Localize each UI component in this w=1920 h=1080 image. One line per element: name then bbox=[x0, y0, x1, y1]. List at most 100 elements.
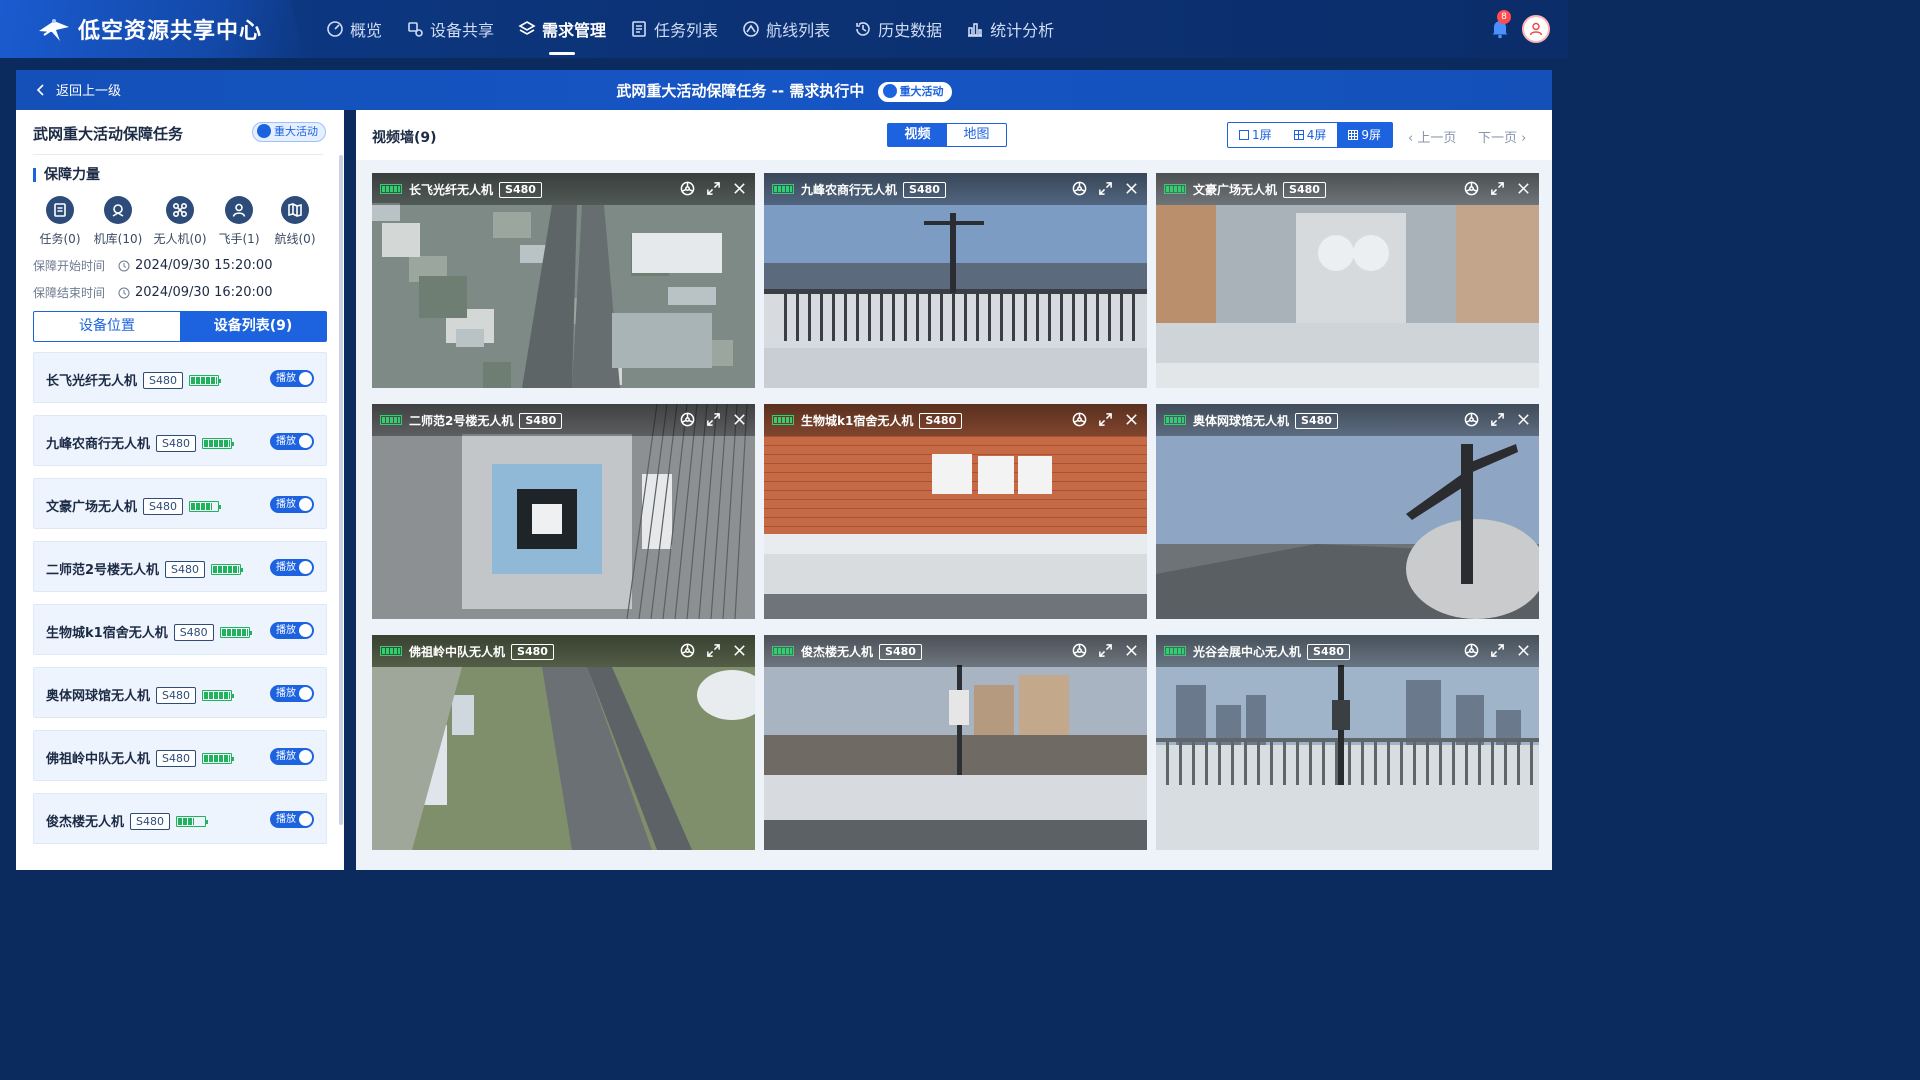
video-wall-header: 视频墙(9) 视频 地图 1屏 4屏 9屏 ‹ 上一页 下一页 › bbox=[356, 110, 1552, 160]
stat-label: 机库(10) bbox=[93, 232, 143, 246]
device-item[interactable]: 二师范2号楼无人机 S480 播放 bbox=[33, 541, 327, 592]
video-tile[interactable]: 文豪广场无人机 S480 bbox=[1156, 173, 1539, 388]
gimbal-control-icon[interactable] bbox=[1464, 412, 1479, 427]
device-item[interactable]: 俊杰楼无人机 S480 播放 bbox=[33, 793, 327, 844]
device-name: 俊杰楼无人机 bbox=[46, 815, 125, 830]
chart-icon bbox=[968, 23, 983, 37]
video-tile-toolbar: 二师范2号楼无人机 S480 bbox=[372, 404, 755, 436]
video-tile[interactable]: 二师范2号楼无人机 S480 bbox=[372, 404, 755, 619]
panel-task-tag: 重大活动 bbox=[252, 122, 326, 142]
nav-item-route-list[interactable]: 航线列表 bbox=[730, 0, 842, 58]
video-tile[interactable]: 生物城k1宿舍无人机 S480 bbox=[764, 404, 1147, 619]
tab-device-list[interactable]: 设备列表(9) bbox=[180, 312, 326, 341]
next-page-button[interactable]: 下一页 › bbox=[1478, 127, 1526, 146]
fullscreen-icon[interactable] bbox=[1098, 181, 1113, 196]
fullscreen-icon[interactable] bbox=[706, 643, 721, 658]
play-toggle[interactable]: 播放 bbox=[270, 685, 314, 702]
close-icon[interactable] bbox=[1124, 181, 1139, 196]
video-tile[interactable]: 光谷会展中心无人机 S480 bbox=[1156, 635, 1539, 850]
device-list: 长飞光纤无人机 S480 播放 九峰农商行无人机 S480 播放 文豪广场无人机 S4… bbox=[33, 352, 327, 856]
tile-model-badge: S480 bbox=[511, 643, 554, 660]
video-tile[interactable]: 奥体网球馆无人机 S480 bbox=[1156, 404, 1539, 619]
gimbal-control-icon[interactable] bbox=[680, 643, 695, 658]
device-item[interactable]: 奥体网球馆无人机 S480 播放 bbox=[33, 667, 327, 718]
battery-icon bbox=[202, 753, 234, 764]
video-tile[interactable]: 佛祖岭中队无人机 S480 bbox=[372, 635, 755, 850]
fullscreen-icon[interactable] bbox=[1098, 643, 1113, 658]
toggle-map[interactable]: 地图 bbox=[947, 124, 1006, 146]
gimbal-control-icon[interactable] bbox=[1072, 412, 1087, 427]
stat-routes[interactable]: 航线(0) bbox=[265, 196, 325, 247]
layout-4-screen[interactable]: 4屏 bbox=[1283, 123, 1338, 147]
stat-drones[interactable]: 无人机(0) bbox=[150, 196, 210, 247]
video-tile[interactable]: 长飞光纤无人机 S480 bbox=[372, 173, 755, 388]
fullscreen-icon[interactable] bbox=[706, 181, 721, 196]
play-toggle[interactable]: 播放 bbox=[270, 559, 314, 576]
device-item[interactable]: 文豪广场无人机 S480 播放 bbox=[33, 478, 327, 529]
gimbal-control-icon[interactable] bbox=[1072, 643, 1087, 658]
clock-icon bbox=[118, 287, 130, 298]
nav-item-task-list[interactable]: 任务列表 bbox=[618, 0, 730, 58]
play-toggle[interactable]: 播放 bbox=[270, 370, 314, 387]
nav-item-history-data[interactable]: 历史数据 bbox=[842, 0, 954, 58]
gimbal-control-icon[interactable] bbox=[1464, 181, 1479, 196]
device-item[interactable]: 长飞光纤无人机 S480 播放 bbox=[33, 352, 327, 403]
battery-icon bbox=[1164, 184, 1186, 194]
gimbal-control-icon[interactable] bbox=[1464, 643, 1479, 658]
stat-tasks[interactable]: 任务(0) bbox=[30, 196, 90, 247]
battery-icon bbox=[189, 375, 221, 386]
layout-9-screen[interactable]: 9屏 bbox=[1337, 123, 1393, 147]
video-frame bbox=[372, 404, 755, 619]
play-toggle[interactable]: 播放 bbox=[270, 433, 314, 450]
play-toggle[interactable]: 播放 bbox=[270, 748, 314, 765]
device-model-badge: S480 bbox=[156, 750, 196, 767]
scrollbar[interactable] bbox=[339, 155, 343, 825]
nav-item-device-share[interactable]: 设备共享 bbox=[394, 0, 506, 58]
layout-1-screen[interactable]: 1屏 bbox=[1228, 123, 1283, 147]
battery-icon bbox=[211, 564, 244, 575]
fullscreen-icon[interactable] bbox=[1098, 412, 1113, 427]
fullscreen-icon[interactable] bbox=[1490, 181, 1505, 196]
close-icon[interactable] bbox=[1516, 643, 1531, 658]
video-frame bbox=[764, 173, 1147, 388]
device-item[interactable]: 佛祖岭中队无人机 S480 播放 bbox=[33, 730, 327, 781]
video-tile[interactable]: 九峰农商行无人机 S480 bbox=[764, 173, 1147, 388]
play-toggle[interactable]: 播放 bbox=[270, 496, 314, 513]
close-icon[interactable] bbox=[732, 181, 747, 196]
prev-page-button[interactable]: ‹ 上一页 bbox=[1408, 127, 1456, 146]
device-item[interactable]: 九峰农商行无人机 S480 播放 bbox=[33, 415, 327, 466]
layout-label: 1屏 bbox=[1252, 128, 1272, 142]
tile-model-badge: S480 bbox=[879, 643, 922, 660]
device-item[interactable]: 生物城k1宿舍无人机 S480 播放 bbox=[33, 604, 327, 655]
avatar[interactable] bbox=[1522, 15, 1550, 43]
tile-model-badge: S480 bbox=[903, 181, 946, 198]
divider bbox=[33, 154, 323, 155]
fullscreen-icon[interactable] bbox=[1490, 412, 1505, 427]
play-toggle[interactable]: 播放 bbox=[270, 622, 314, 639]
nav-item-statistics[interactable]: 统计分析 bbox=[954, 0, 1066, 58]
tag-label: 重大活动 bbox=[899, 84, 944, 98]
close-icon[interactable] bbox=[732, 643, 747, 658]
stat-pilots[interactable]: 飞手(1) bbox=[209, 196, 269, 247]
fullscreen-icon[interactable] bbox=[1490, 643, 1505, 658]
nav-item-demand-management[interactable]: 需求管理 bbox=[506, 0, 618, 58]
gimbal-control-icon[interactable] bbox=[680, 181, 695, 196]
fullscreen-icon[interactable] bbox=[706, 412, 721, 427]
close-icon[interactable] bbox=[1124, 412, 1139, 427]
play-toggle[interactable]: 播放 bbox=[270, 811, 314, 828]
gimbal-control-icon[interactable] bbox=[680, 412, 695, 427]
nav-item-overview[interactable]: 概览 bbox=[314, 0, 394, 58]
end-time-row: 保障结束时间 2024/09/30 16:20:00 bbox=[33, 284, 272, 301]
gimbal-control-icon[interactable] bbox=[1072, 181, 1087, 196]
close-icon[interactable] bbox=[1124, 643, 1139, 658]
tab-device-location[interactable]: 设备位置 bbox=[34, 312, 180, 341]
app-title: 低空资源共享中心 bbox=[78, 19, 263, 44]
video-tile[interactable]: 俊杰楼无人机 S480 bbox=[764, 635, 1147, 850]
toggle-video[interactable]: 视频 bbox=[888, 124, 947, 146]
close-icon[interactable] bbox=[1516, 181, 1531, 196]
stat-hangars[interactable]: 机库(10) bbox=[88, 196, 148, 247]
tile-device-name: 九峰农商行无人机 bbox=[801, 183, 898, 197]
close-icon[interactable] bbox=[732, 412, 747, 427]
close-icon[interactable] bbox=[1516, 412, 1531, 427]
nav-label: 历史数据 bbox=[878, 21, 943, 40]
